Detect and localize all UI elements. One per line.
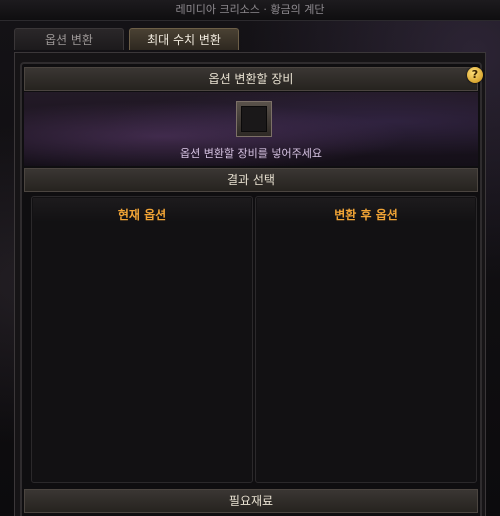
equipment-slot[interactable] <box>236 101 272 137</box>
window-title: 레미디아 크리소스 · 황금의 계단 <box>175 3 325 16</box>
after-option-title: 변환 후 옵션 <box>334 208 398 222</box>
tab-max-value-convert[interactable]: 최대 수치 변환 <box>129 28 239 50</box>
window-titlebar[interactable]: 레미디아 크리소스 · 황금의 계단 <box>0 0 500 21</box>
equipment-slot-inner <box>241 106 267 132</box>
result-select-header: 결과 선택 <box>24 168 478 192</box>
current-option-title: 현재 옵션 <box>117 208 167 222</box>
equipment-hint: 옵션 변환할 장비를 넣어주세요 <box>179 147 323 160</box>
current-option-panel[interactable]: 현재 옵션 <box>31 196 253 483</box>
tab-option-convert[interactable]: 옵션 변환 <box>14 28 124 50</box>
help-icon[interactable]: ? <box>467 67 483 83</box>
equipment-header: 옵션 변환할 장비 <box>24 67 478 91</box>
after-option-panel[interactable]: 변환 후 옵션 <box>255 196 477 483</box>
materials-header: 필요재료 <box>24 489 478 513</box>
